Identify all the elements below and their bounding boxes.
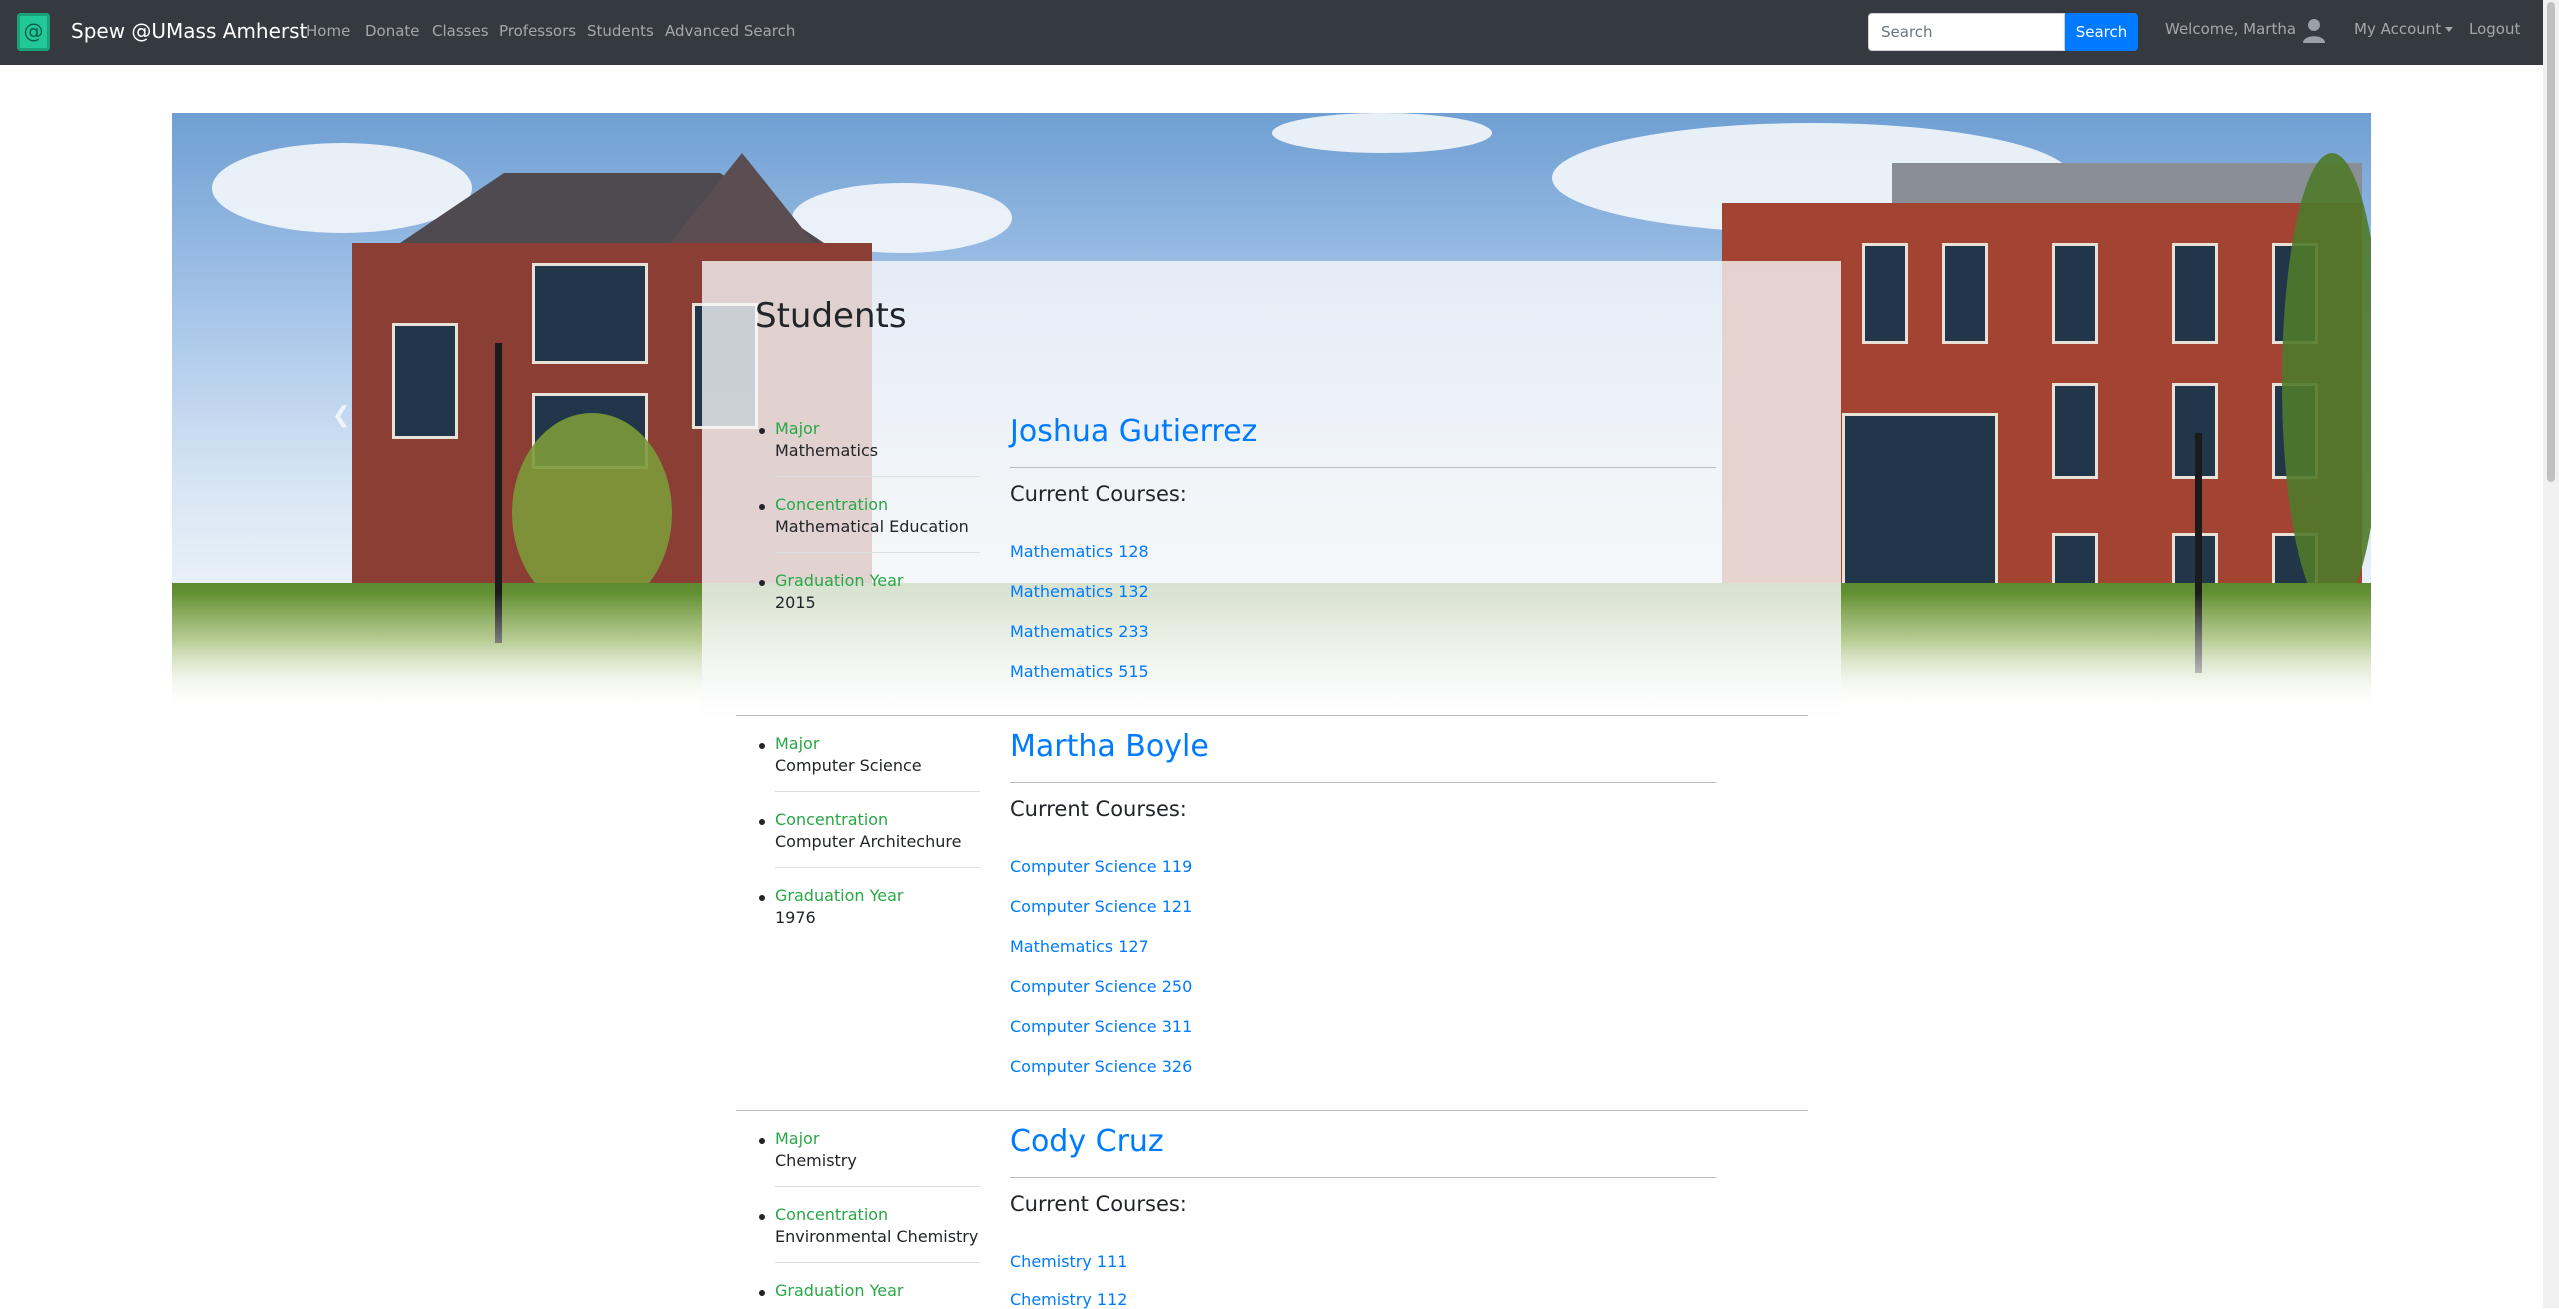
bullet	[759, 580, 765, 586]
brand-name[interactable]: Spew @UMass Amherst	[71, 19, 307, 43]
bullet	[759, 428, 765, 434]
graduation-year-label: Graduation Year	[775, 886, 904, 905]
name-divider	[1010, 467, 1716, 468]
brand-logo-icon[interactable]	[17, 13, 50, 51]
field-divider	[775, 1262, 980, 1263]
major-label: Major	[775, 1129, 820, 1148]
bullet	[759, 1138, 765, 1144]
major-value: Mathematics	[775, 441, 879, 460]
nav-advanced-search[interactable]: Advanced Search	[665, 22, 795, 40]
name-divider	[1010, 782, 1716, 783]
caret-down-icon	[2445, 27, 2454, 32]
nav-donate[interactable]: Donate	[365, 22, 420, 40]
course-link[interactable]: Mathematics 127	[1010, 937, 1149, 956]
students-panel	[702, 261, 1841, 1308]
nav-home[interactable]: Home	[306, 22, 350, 40]
field-divider	[775, 791, 980, 792]
concentration-label: Concentration	[775, 1205, 889, 1224]
course-link[interactable]: Mathematics 128	[1010, 542, 1149, 561]
nav-students[interactable]: Students	[587, 22, 654, 40]
current-courses-heading: Current Courses:	[1010, 482, 1187, 506]
current-courses-heading: Current Courses:	[1010, 1192, 1187, 1216]
concentration-label: Concentration	[775, 495, 889, 514]
bullet	[759, 895, 765, 901]
course-link[interactable]: Computer Science 121	[1010, 897, 1192, 916]
course-link[interactable]: Computer Science 119	[1010, 857, 1192, 876]
course-link[interactable]: Chemistry 111	[1010, 1252, 1127, 1271]
student-name-link[interactable]: Martha Boyle	[1010, 729, 1209, 764]
concentration-label: Concentration	[775, 810, 889, 829]
bullet	[759, 504, 765, 510]
nav-classes[interactable]: Classes	[432, 22, 489, 40]
current-courses-heading: Current Courses:	[1010, 797, 1187, 821]
bullet	[759, 1214, 765, 1220]
course-link[interactable]: Mathematics 515	[1010, 662, 1149, 681]
welcome-text: Welcome, Martha	[2165, 20, 2297, 38]
bullet	[759, 1290, 765, 1296]
course-link[interactable]: Mathematics 132	[1010, 582, 1149, 601]
user-avatar-icon[interactable]	[2302, 17, 2326, 43]
graduation-year-value: 1976	[775, 908, 816, 927]
course-link[interactable]: Computer Science 250	[1010, 977, 1192, 996]
bullet	[759, 819, 765, 825]
major-label: Major	[775, 734, 820, 753]
name-divider	[1010, 1177, 1716, 1178]
scrollbar-thumb[interactable]	[2547, 2, 2555, 482]
graduation-year-label: Graduation Year	[775, 571, 904, 590]
student-divider	[736, 1110, 1808, 1111]
student-name-link[interactable]: Cody Cruz	[1010, 1124, 1164, 1159]
student-name-link[interactable]: Joshua Gutierrez	[1010, 414, 1257, 449]
field-divider	[775, 867, 980, 868]
concentration-value: Mathematical Education	[775, 517, 969, 536]
field-divider	[775, 552, 980, 553]
concentration-value: Environmental Chemistry	[775, 1227, 979, 1246]
page-title: Students	[755, 296, 907, 336]
course-link[interactable]: Computer Science 311	[1010, 1017, 1192, 1036]
major-value: Chemistry	[775, 1151, 857, 1170]
field-divider	[775, 476, 980, 477]
bullet	[759, 743, 765, 749]
course-link[interactable]: Computer Science 326	[1010, 1057, 1192, 1076]
nav-professors[interactable]: Professors	[499, 22, 576, 40]
concentration-value: Computer Architechure	[775, 832, 962, 851]
major-value: Computer Science	[775, 756, 922, 775]
search-button[interactable]: Search	[2065, 13, 2138, 51]
course-link[interactable]: Mathematics 233	[1010, 622, 1149, 641]
my-account-dropdown[interactable]: My Account	[2354, 20, 2454, 38]
graduation-year-label: Graduation Year	[775, 1281, 904, 1300]
logout-link[interactable]: Logout	[2469, 20, 2520, 38]
student-divider	[736, 715, 1808, 716]
top-navbar: Spew @UMass Amherst Home Donate Classes …	[0, 0, 2543, 65]
carousel-prev-icon[interactable]: ❮	[332, 403, 350, 428]
field-divider	[775, 1186, 980, 1187]
major-label: Major	[775, 419, 820, 438]
graduation-year-value: 2015	[775, 593, 816, 612]
my-account-label: My Account	[2354, 20, 2442, 38]
course-link[interactable]: Chemistry 112	[1010, 1290, 1127, 1309]
search-input[interactable]	[1868, 13, 2065, 51]
